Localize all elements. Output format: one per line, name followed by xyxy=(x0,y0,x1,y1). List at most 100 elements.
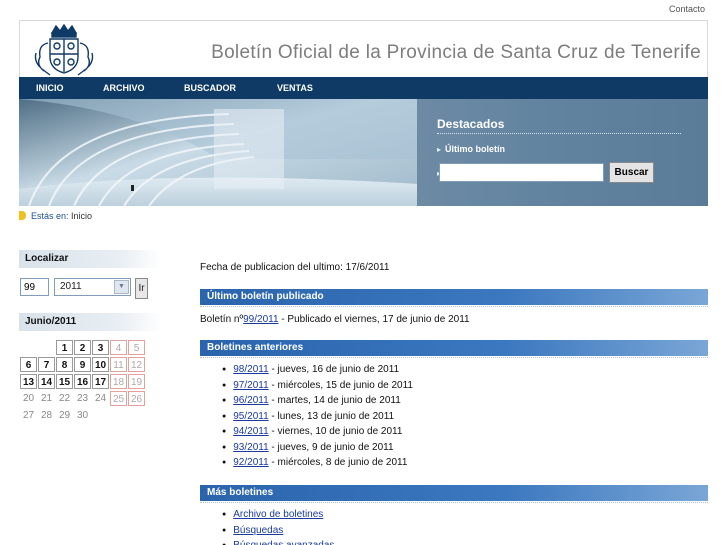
list-item: 98/2011 - jueves, 16 de junio de 2011 xyxy=(222,364,413,380)
calendar-day: 30 xyxy=(76,410,89,421)
year-select[interactable]: 2011 ▼ xyxy=(54,278,131,296)
localizar-title: Localizar xyxy=(19,250,162,268)
boletin-link[interactable]: 96/2011 xyxy=(233,395,268,406)
breadcrumb-current: Inicio xyxy=(71,211,93,221)
ultimo-boletin-label: Último boletín xyxy=(445,144,506,154)
arrow-right-icon: ▸ xyxy=(437,145,442,154)
previous-boletines-list: 98/2011 - jueves, 16 de junio de 201197/… xyxy=(222,364,413,473)
banner: Destacados ▸Último boletín ▸ Buscar xyxy=(19,99,708,206)
publication-date: Fecha de publicacion del ultimo: 17/6/20… xyxy=(200,262,390,273)
calendar-day[interactable]: 14 xyxy=(38,374,55,389)
contact-link[interactable]: Contacto xyxy=(669,4,705,14)
list-item: 95/2011 - lunes, 13 de junio de 2011 xyxy=(222,411,413,427)
calendar-day[interactable]: 10 xyxy=(92,357,109,372)
list-item: Archivo de boletines xyxy=(222,509,334,525)
calendar-day[interactable]: 7 xyxy=(38,357,55,372)
calendar-day[interactable]: 3 xyxy=(92,340,109,355)
site-title: Boletín Oficial de la Provincia de Santa… xyxy=(211,42,701,63)
calendar-day[interactable]: 13 xyxy=(20,374,37,389)
latest-section-title: Último boletín publicado xyxy=(200,289,708,305)
latest-boletin: Boletín nº99/2011 - Publicado el viernes… xyxy=(200,314,470,325)
breadcrumb: Estás en: Inicio xyxy=(19,211,92,221)
boletin-date: - martes, 14 de junio de 2011 xyxy=(268,395,401,406)
calendar-day: 28 xyxy=(40,410,53,421)
buscar-button[interactable]: Buscar xyxy=(609,162,654,183)
boletin-link[interactable]: 94/2011 xyxy=(233,426,268,437)
section-divider xyxy=(200,357,708,358)
calendar-day: 23 xyxy=(76,393,89,404)
breadcrumb-marker-icon xyxy=(19,211,26,220)
calendar-day: 25 xyxy=(110,391,127,406)
more-link[interactable]: Archivo de boletines xyxy=(233,509,323,520)
calendar-day: 24 xyxy=(94,393,107,404)
list-item: 93/2011 - jueves, 9 de junio de 2011 xyxy=(222,442,413,458)
nav-item-archivo[interactable]: ARCHIVO xyxy=(103,83,145,93)
boletin-date: - lunes, 13 de junio de 2011 xyxy=(268,410,395,422)
calendar-day[interactable]: 1 xyxy=(56,340,73,355)
destacados-search-input[interactable] xyxy=(439,163,604,182)
list-item: 97/2011 - miércoles, 15 de junio de 2011 xyxy=(222,380,413,396)
nav-item-inicio[interactable]: INICIO xyxy=(36,83,64,93)
boletin-date: - viernes, 10 de junio de 2011 xyxy=(268,426,403,437)
architecture-banner-image xyxy=(19,99,419,206)
calendar-day: 4 xyxy=(110,340,127,355)
calendar-day: 11 xyxy=(110,357,127,372)
boletin-link[interactable]: 98/2011 xyxy=(233,364,268,375)
calendar-day[interactable]: 2 xyxy=(74,340,91,355)
calendar-day: 20 xyxy=(22,393,35,404)
nav-item-ventas[interactable]: VENTAS xyxy=(277,83,313,93)
latest-suffix: - Publicado el viernes, 17 de junio de 2… xyxy=(278,314,470,325)
section-divider xyxy=(200,502,708,503)
boletin-link[interactable]: 92/2011 xyxy=(233,457,268,468)
boletin-date: - miércoles, 15 de junio de 2011 xyxy=(268,379,413,391)
calendar-day: 18 xyxy=(110,374,127,389)
calendar-day: 29 xyxy=(58,410,71,421)
calendar-day[interactable]: 8 xyxy=(56,357,73,372)
main-nav: INICIO ARCHIVO BUSCADOR VENTAS xyxy=(19,77,708,99)
calendar-day: 26 xyxy=(128,391,145,406)
calendar-title: Junio/2011 xyxy=(19,313,162,331)
boletin-link[interactable]: 93/2011 xyxy=(233,442,268,453)
chevron-down-icon: ▼ xyxy=(114,280,129,294)
destacados-panel: Destacados ▸Último boletín ▸ Buscar xyxy=(417,99,708,206)
calendar-day[interactable]: 6 xyxy=(20,357,37,372)
more-link[interactable]: Búsquedas avanzadas xyxy=(233,540,334,545)
site-header: Boletín Oficial de la Provincia de Santa… xyxy=(19,20,708,77)
list-item: 92/2011 - miércoles, 8 de junio de 2011 xyxy=(222,457,413,473)
boletin-date: - miércoles, 8 de junio de 2011 xyxy=(268,457,408,468)
list-item: Búsquedas xyxy=(222,525,334,541)
calendar-day: 22 xyxy=(58,393,71,404)
boletin-number-input[interactable] xyxy=(20,278,49,296)
list-item: Búsquedas avanzadas xyxy=(222,540,334,545)
latest-boletin-link[interactable]: 99/2011 xyxy=(243,314,278,325)
calendar-day[interactable]: 15 xyxy=(56,374,73,389)
boletin-date: - jueves, 9 de junio de 2011 xyxy=(268,441,394,453)
more-link[interactable]: Búsquedas xyxy=(233,525,283,536)
calendar-day: 12 xyxy=(128,357,145,372)
nav-item-buscador[interactable]: BUSCADOR xyxy=(184,83,236,93)
calendar-day: 21 xyxy=(40,393,53,404)
section-divider xyxy=(200,306,708,307)
boletin-link[interactable]: 97/2011 xyxy=(233,380,268,391)
list-item: 94/2011 - viernes, 10 de junio de 2011 xyxy=(222,426,413,442)
calendar-day[interactable]: 17 xyxy=(92,374,109,389)
ultimo-boletin-link[interactable]: ▸ Último boletín xyxy=(437,144,505,154)
coat-of-arms-logo xyxy=(34,23,94,76)
destacados-title: Destacados xyxy=(437,117,505,131)
destacados-divider xyxy=(437,133,681,134)
more-section-title: Más boletines xyxy=(200,485,708,501)
year-select-value: 2011 xyxy=(60,281,82,292)
calendar-day: 19 xyxy=(128,374,145,389)
breadcrumb-label: Estás en: xyxy=(31,211,69,221)
calendar-day[interactable]: 9 xyxy=(74,357,91,372)
boletin-date: - jueves, 16 de junio de 2011 xyxy=(268,364,400,375)
calendar-day: 5 xyxy=(128,340,145,355)
more-boletines-list: Archivo de boletines Búsquedas Búsquedas a… xyxy=(222,509,334,545)
calendar-day: 27 xyxy=(22,410,35,421)
calendar-day[interactable]: 16 xyxy=(74,374,91,389)
list-item: 96/2011 - martes, 14 de junio de 2011 xyxy=(222,395,413,411)
boletin-link[interactable]: 95/2011 xyxy=(233,411,268,422)
ir-button[interactable]: Ir xyxy=(135,278,148,299)
previous-section-title: Boletines anteriores xyxy=(200,340,708,356)
latest-prefix: Boletín nº xyxy=(200,314,244,325)
